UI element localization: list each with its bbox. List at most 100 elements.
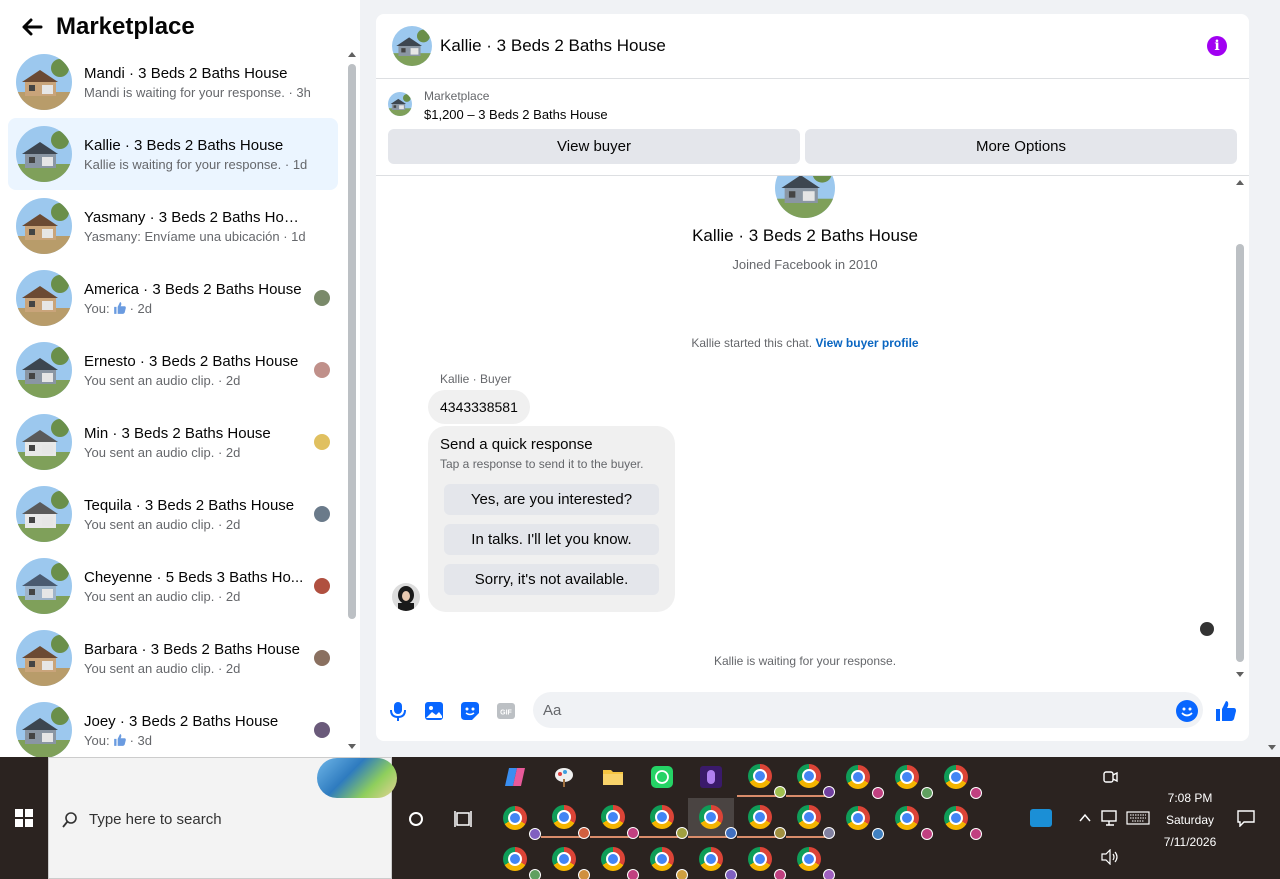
copilot-taskbar-button[interactable] [492,757,538,797]
chat-title[interactable]: Kallie · 3 Beds 2 Baths House [440,36,666,56]
chrome-taskbar-button[interactable] [688,839,737,879]
conversation-subtitle: Yasmany: Envíame una ubicación · 1d [84,229,306,244]
quick-response-talks-button[interactable]: In talks. I'll let you know. [444,524,659,555]
conversation-item[interactable]: Cheyenne · 5 Beds 3 Baths Ho... You sent … [8,550,338,622]
notifications-icon[interactable] [1236,809,1256,827]
quick-response-subtitle: Tap a response to send it to the buyer. [440,457,644,471]
scroll-up-arrow-icon[interactable] [1236,180,1244,185]
seen-avatar [314,506,330,522]
photo-icon[interactable] [423,700,445,722]
conversation-sub-prefix: You: [84,732,110,748]
conversation-subtitle: Mandi is waiting for your response. · 3h [84,85,311,100]
message-input[interactable] [533,692,1203,728]
paint-taskbar-button[interactable] [541,757,587,797]
chrome-taskbar-button[interactable] [737,798,786,839]
sticker-icon[interactable] [459,700,481,722]
profile-avatar[interactable] [775,176,835,218]
chevron-up-icon[interactable] [1078,811,1092,825]
conversation-sub-suffix: · 2d [129,300,152,316]
whatsapp-taskbar-button[interactable] [639,757,685,797]
sender-label: Kallie · Buyer [440,372,512,386]
gif-icon[interactable]: GIF [495,700,517,722]
keyboard-icon[interactable] [1126,811,1150,825]
taskbar-search-box[interactable]: Type here to search [48,757,397,879]
volume-icon[interactable] [1100,849,1120,865]
message-composer: GIF [376,689,1249,733]
chrome-taskbar-button[interactable] [688,798,737,839]
conversation-item[interactable]: Kallie · 3 Beds 2 Baths House Kallie is w… [8,118,338,190]
chat-header-avatar[interactable] [392,26,432,66]
quick-response-unavailable-button[interactable]: Sorry, it's not available. [444,564,659,595]
seen-avatar [314,722,330,738]
conversation-subtitle: You sent an audio clip. · 2d [84,517,304,532]
conversation-item[interactable]: Mandi · 3 Beds 2 Baths House Mandi is wai… [8,46,338,118]
conversation-sub: You sent an audio clip. · 2d [84,660,241,676]
emoji-icon[interactable] [1176,700,1198,722]
chrome-taskbar-button[interactable] [590,839,639,879]
info-icon[interactable]: i [1207,36,1227,56]
scroll-up-arrow-icon[interactable] [348,52,356,57]
scroll-down-arrow-icon[interactable] [1268,745,1276,750]
app-taskbar-button[interactable] [688,757,734,797]
chrome-taskbar-button[interactable] [737,839,786,879]
taskbar-clock[interactable]: 7:08 PM Saturday 7/11/2026 [1152,787,1228,853]
conversation-item[interactable]: Joey · 3 Beds 2 Baths House You: · 3d [8,694,338,757]
quick-response-title: Send a quick response [440,436,593,453]
thumbs-up-icon [113,302,126,314]
chrome-taskbar-button[interactable] [884,798,933,840]
sender-avatar[interactable] [392,583,420,611]
chrome-taskbar-button[interactable] [639,839,688,879]
task-view-icon[interactable] [452,807,476,831]
message-bubble[interactable]: 4343338581 [428,390,530,424]
search-highlight-image[interactable] [317,758,397,798]
sidebar-scrollbar[interactable] [346,48,358,753]
chrome-taskbar-button[interactable] [639,798,688,839]
conversation-item[interactable]: America · 3 Beds 2 Baths House You: · 2d [8,262,338,334]
chrome-taskbar-button[interactable] [884,757,933,799]
scroll-down-arrow-icon[interactable] [1236,672,1244,677]
back-button[interactable] [12,7,52,47]
listing-title[interactable]: $1,200 – 3 Beds 2 Baths House [424,107,608,122]
whatsapp-icon [651,766,673,788]
thumbs-up-icon[interactable] [1214,699,1238,723]
chrome-taskbar-button[interactable] [541,798,590,839]
conversation-item[interactable]: Tequila · 3 Beds 2 Baths House You sent a… [8,478,338,550]
file-explorer-taskbar-button[interactable] [590,757,636,797]
view-buyer-profile-link[interactable]: View buyer profile [815,336,918,350]
meet-now-icon[interactable] [1100,767,1120,787]
chrome-taskbar-button[interactable] [492,839,541,879]
chrome-taskbar-button[interactable] [786,839,835,879]
scrollbar-thumb[interactable] [1236,244,1244,662]
chrome-taskbar-button[interactable] [590,798,639,839]
chrome-taskbar-button[interactable] [933,798,982,840]
chrome-taskbar-button[interactable] [786,757,835,798]
listing-thumbnail[interactable] [388,92,412,116]
chrome-taskbar-button[interactable] [492,798,541,840]
chrome-taskbar-button[interactable] [835,798,884,840]
conversation-list: Mandi · 3 Beds 2 Baths House Mandi is wai… [8,46,338,757]
more-options-button[interactable]: More Options [805,129,1237,164]
chrome-taskbar-button[interactable] [737,757,786,798]
conversation-item[interactable]: Yasmany · 3 Beds 2 Baths House Yasmany: E… [8,190,338,262]
search-placeholder: Type here to search [89,811,222,828]
chrome-taskbar-button[interactable] [933,757,982,799]
microphone-icon[interactable] [387,700,409,722]
scrollbar-thumb[interactable] [348,64,356,619]
conversation-item[interactable]: Min · 3 Beds 2 Baths House You sent an au… [8,406,338,478]
chrome-taskbar-button[interactable] [835,757,884,799]
start-button[interactable] [0,757,48,879]
conversation-item[interactable]: Barbara · 3 Beds 2 Baths House You sent a… [8,622,338,694]
chrome-taskbar-button[interactable] [786,798,835,839]
page-scroll-down-arrow-icon[interactable] [1266,740,1278,752]
network-icon[interactable] [1100,809,1120,827]
conversation-name: Yasmany · 3 Beds 2 Baths House [84,208,304,226]
quick-response-yes-button[interactable]: Yes, are you interested? [444,484,659,515]
view-buyer-button[interactable]: View buyer [388,129,800,164]
weather-widget-icon[interactable] [1030,809,1052,827]
chat-scrollbar[interactable] [1234,176,1246,681]
scroll-down-arrow-icon[interactable] [348,744,356,749]
chrome-taskbar-button[interactable] [541,839,590,879]
listing-banner: Marketplace $1,200 – 3 Beds 2 Baths Hous… [376,80,1249,176]
cortana-icon[interactable] [404,807,428,831]
conversation-item[interactable]: Ernesto · 3 Beds 2 Baths House You sent a… [8,334,338,406]
